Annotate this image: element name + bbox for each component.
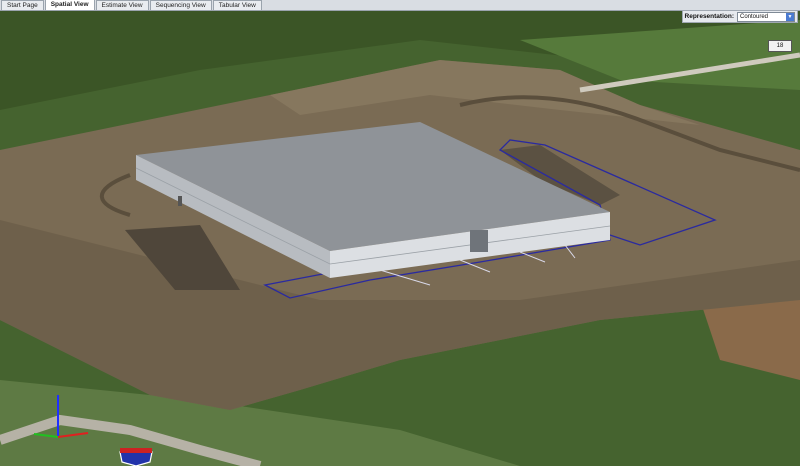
- representation-label: Representation:: [684, 13, 734, 20]
- chevron-down-icon[interactable]: ▼: [786, 12, 794, 21]
- spatial-3d-viewport[interactable]: [0, 0, 800, 466]
- representation-control: Representation: Contoured ▼: [681, 10, 798, 23]
- tab-estimate-view[interactable]: Estimate View: [95, 0, 149, 10]
- representation-dropdown[interactable]: Contoured ▼: [737, 11, 795, 22]
- tab-tabular-view[interactable]: Tabular View: [212, 0, 262, 10]
- interstate-shield-icon: [119, 448, 153, 466]
- entry-door: [178, 196, 182, 206]
- route-sign: 18: [768, 40, 792, 52]
- view-tab-bar: Start Page Spatial View Estimate View Se…: [0, 0, 800, 11]
- tab-sequencing-view[interactable]: Sequencing View: [149, 0, 212, 10]
- tab-start-page[interactable]: Start Page: [1, 0, 44, 10]
- representation-value: Contoured: [740, 13, 769, 20]
- tab-spatial-view[interactable]: Spatial View: [44, 0, 95, 10]
- loading-dock-door: [470, 230, 488, 252]
